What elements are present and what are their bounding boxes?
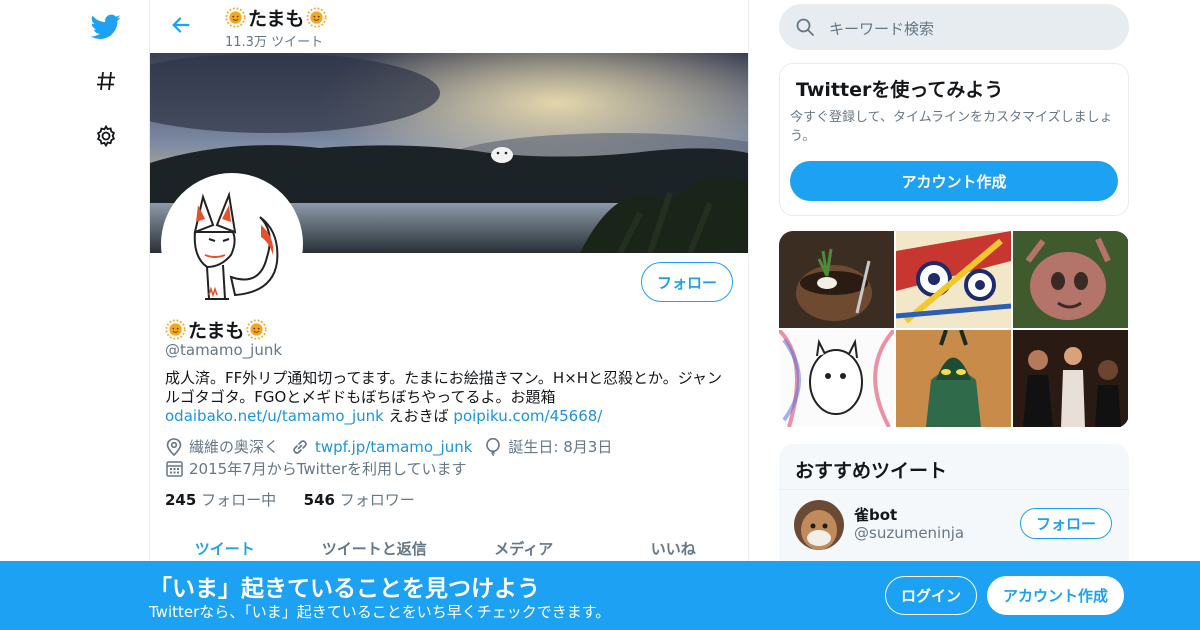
media-thumbnail[interactable]	[779, 231, 894, 328]
bottom-bar-title: 「いま」起きていることを見つけよう	[149, 576, 540, 602]
bio-text: 成人済。FF外リプ通知切ってます。たまにお絵描きマン。H×Hと忍殺とか。ジャンル…	[165, 369, 722, 406]
follow-counts: 245 フォロー中 546 フォロワー	[165, 489, 415, 510]
sun-emoji-icon	[165, 319, 186, 340]
profile-location: 繊維の奥深く	[189, 438, 280, 456]
create-account-button[interactable]: アカウント作成	[790, 161, 1118, 201]
profile-joined-row: 2015年7月からTwitterを利用しています	[165, 458, 467, 479]
sun-emoji-icon	[306, 7, 327, 28]
header-display-name: たまも	[225, 4, 327, 31]
profile-handle: @tamamo_junk	[165, 341, 283, 359]
balloon-icon	[484, 437, 502, 456]
followers-label: フォロワー	[339, 491, 415, 509]
link-icon	[291, 438, 309, 456]
sun-emoji-icon	[246, 319, 267, 340]
media-thumbnail[interactable]	[1013, 231, 1128, 328]
header-name-text: たまも	[248, 8, 305, 30]
login-button[interactable]: ログイン	[885, 576, 977, 615]
left-nav	[80, 0, 132, 630]
media-grid	[779, 231, 1129, 428]
header-tweet-count: 11.3万 ツイート	[225, 35, 324, 50]
profile-name-text: たまも	[188, 320, 245, 342]
recommended-user-handle: @suzumeninja	[854, 524, 965, 542]
bio-link-poipiku[interactable]: poipiku.com/45668/	[453, 407, 602, 425]
signup-card-title: Twitterを使ってみよう	[796, 79, 1004, 101]
hashtag-icon[interactable]	[87, 62, 125, 100]
media-thumbnail[interactable]	[896, 231, 1011, 328]
bio-mid-text: えおきば	[383, 407, 454, 425]
following-count: 245	[165, 491, 197, 509]
back-arrow-icon[interactable]	[167, 11, 195, 39]
avatar[interactable]	[794, 500, 844, 550]
followers-count: 546	[303, 491, 335, 509]
profile-meta-row: 繊維の奥深く twpf.jp/tamamo_junk 誕生日: 8月3日	[165, 436, 612, 457]
gear-icon[interactable]	[87, 117, 125, 155]
media-thumbnail[interactable]	[896, 330, 1011, 427]
bottom-signup-bar: 「いま」起きていることを見つけよう Twitterなら、「いま」起きていることを…	[0, 561, 1200, 630]
profile-header: たまも 11.3万 ツイート	[150, 0, 748, 53]
profile-avatar[interactable]	[161, 173, 303, 315]
divider	[779, 489, 1129, 490]
location-pin-icon	[165, 437, 183, 456]
bio-link-odaibako[interactable]: odaibako.net/u/tamamo_junk	[165, 407, 384, 425]
recommended-user-name[interactable]: 雀bot	[854, 504, 897, 525]
media-thumbnail[interactable]	[779, 330, 894, 427]
media-thumbnail[interactable]	[1013, 330, 1128, 427]
twitter-profile-page: たまも 11.3万 ツイート フォロー たまも @tamamo_junk 成人済…	[0, 0, 1200, 630]
search-placeholder: キーワード検索	[829, 20, 935, 38]
bottom-create-account-button[interactable]: アカウント作成	[987, 576, 1124, 615]
search-box[interactable]: キーワード検索	[779, 4, 1129, 50]
signup-card-text: 今すぐ登録して、タイムラインをカスタマイズしましょう。	[790, 110, 1113, 144]
following-stat[interactable]: 245 フォロー中	[165, 491, 276, 509]
profile-website-link[interactable]: twpf.jp/tamamo_junk	[315, 438, 472, 456]
signup-card: Twitterを使ってみよう 今すぐ登録して、タイムラインをカスタマイズしましょ…	[779, 63, 1129, 216]
followers-stat[interactable]: 546 フォロワー	[304, 491, 415, 509]
following-label: フォロー中	[201, 491, 277, 509]
bottom-bar-subtitle: Twitterなら、「いま」起きていることをいち早くチェックできます。	[149, 603, 611, 621]
profile-joined-date: 2015年7月からTwitterを利用しています	[189, 460, 467, 478]
follow-button[interactable]: フォロー	[641, 262, 733, 302]
profile-display-name: たまも	[165, 316, 267, 343]
search-icon	[794, 16, 816, 38]
profile-column: たまも 11.3万 ツイート フォロー たまも @tamamo_junk 成人済…	[149, 0, 749, 630]
sun-emoji-icon	[225, 7, 246, 28]
profile-birthday: 誕生日: 8月3日	[508, 438, 613, 456]
recommended-follow-button[interactable]: フォロー	[1020, 508, 1112, 539]
profile-bio: 成人済。FF外リプ通知切ってます。たまにお絵描きマン。H×Hと忍殺とか。ジャンル…	[165, 369, 735, 426]
recommended-title: おすすめツイート	[795, 460, 948, 482]
calendar-icon	[165, 460, 183, 478]
twitter-bird-icon[interactable]	[87, 8, 125, 46]
